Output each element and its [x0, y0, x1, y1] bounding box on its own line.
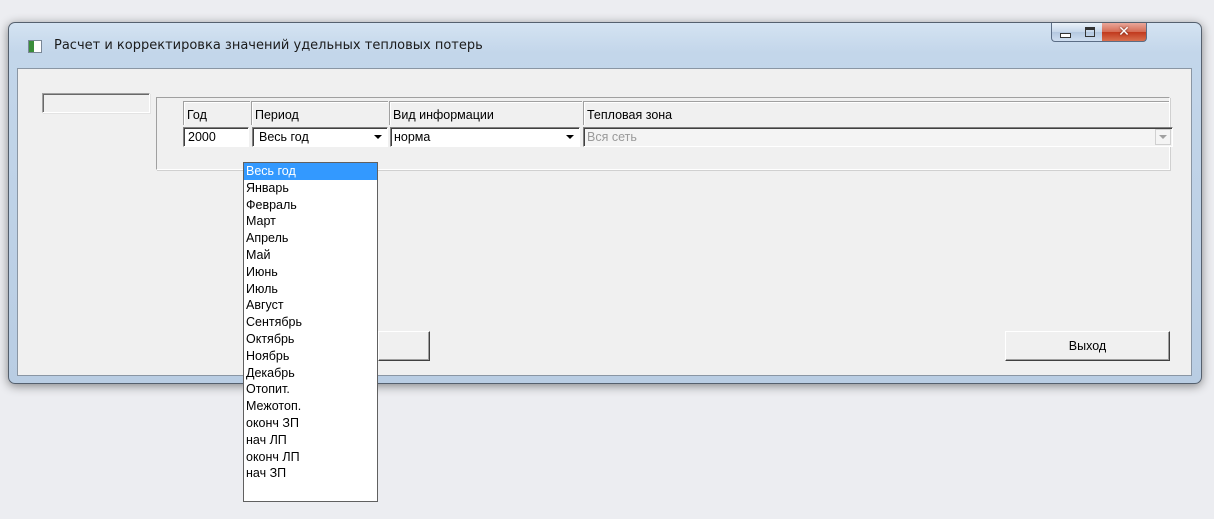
minimize-button[interactable]	[1051, 23, 1079, 42]
period-dropdown-list[interactable]: Весь год Январь Февраль Март Апрель Май Июнь Ию…	[243, 162, 378, 502]
header-thermal-zone: Тепловая зона	[583, 101, 1169, 125]
period-option[interactable]: Июль	[244, 281, 377, 298]
period-option[interactable]: оконч ЗП	[244, 415, 377, 432]
maximize-icon	[1084, 27, 1095, 37]
close-icon: ✕	[1118, 24, 1130, 40]
exit-button[interactable]: Выход	[1005, 331, 1170, 361]
period-dropdown-button[interactable]	[370, 129, 386, 145]
year-value: 2000	[188, 130, 216, 144]
hidden-action-button[interactable]	[378, 331, 430, 361]
period-option[interactable]: нач ЛП	[244, 432, 377, 449]
info-type-select[interactable]: норма	[390, 127, 580, 147]
period-value: Весь год	[259, 130, 309, 144]
thermal-zone-value: Вся сеть	[587, 130, 637, 144]
thermal-zone-select[interactable]: Вся сеть	[583, 127, 1173, 147]
period-option[interactable]: Октябрь	[244, 331, 377, 348]
maximize-button[interactable]	[1077, 23, 1103, 42]
chevron-down-icon	[566, 135, 574, 139]
year-input[interactable]: 2000	[183, 127, 249, 147]
period-option[interactable]: оконч ЛП	[244, 449, 377, 466]
header-period: Период	[251, 101, 388, 125]
period-option[interactable]: Июнь	[244, 264, 377, 281]
period-select[interactable]: Весь год	[252, 127, 388, 147]
period-option[interactable]: Февраль	[244, 197, 377, 214]
period-option[interactable]: Весь год	[244, 163, 377, 180]
period-option[interactable]: Отопит.	[244, 381, 377, 398]
period-option[interactable]: Май	[244, 247, 377, 264]
title-bar[interactable]: Расчет и корректировка значений удельных…	[9, 23, 1201, 65]
period-option[interactable]: Межотоп.	[244, 398, 377, 415]
period-option[interactable]: Март	[244, 213, 377, 230]
chevron-down-icon	[1159, 135, 1167, 139]
chevron-down-icon	[374, 135, 382, 139]
status-panel	[42, 93, 150, 113]
thermal-zone-dropdown-button[interactable]	[1155, 129, 1171, 145]
period-option[interactable]: Январь	[244, 180, 377, 197]
info-type-value: норма	[394, 130, 431, 144]
period-option[interactable]: Сентябрь	[244, 314, 377, 331]
header-info-type: Вид информации	[389, 101, 582, 125]
period-option[interactable]: нач ЗП	[244, 465, 377, 482]
minimize-icon	[1059, 33, 1071, 38]
info-type-dropdown-button[interactable]	[562, 129, 578, 145]
header-year: Год	[183, 101, 250, 125]
main-window: Расчет и корректировка значений удельных…	[8, 22, 1202, 384]
period-option[interactable]: Декабрь	[244, 365, 377, 382]
close-button[interactable]: ✕	[1102, 23, 1147, 42]
period-option[interactable]: Август	[244, 297, 377, 314]
app-icon	[28, 40, 42, 53]
period-option[interactable]: Апрель	[244, 230, 377, 247]
window-title: Расчет и корректировка значений удельных…	[54, 38, 483, 53]
period-option[interactable]: Ноябрь	[244, 348, 377, 365]
window-client-area: Год Период Вид информации Тепловая зона …	[17, 68, 1192, 376]
